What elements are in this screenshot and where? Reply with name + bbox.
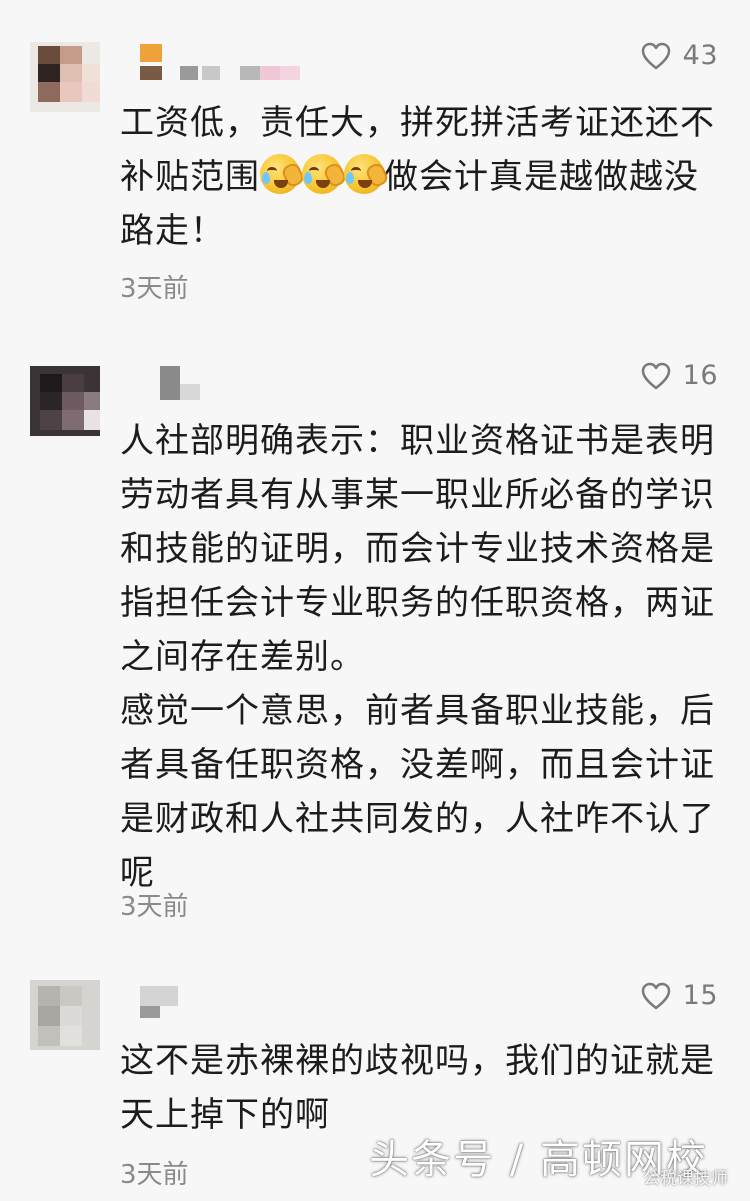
like-count: 16 (682, 360, 718, 391)
crying-face-icon (344, 154, 390, 194)
comment-item: 16 人社部明确表示：职业资格证书是表明劳动者具有从事某一职业所必备的学识和技能… (0, 330, 750, 930)
timestamp: 3天前 (120, 274, 189, 304)
comment-item: 43 工资低，责任大，拼死拼活考证还还不补贴范围 做会计真是越做越没路走！ 3天前 (0, 0, 750, 320)
heart-outline-icon (641, 982, 670, 1009)
timestamp: 3天前 (120, 892, 189, 922)
avatar[interactable] (30, 980, 100, 1050)
username[interactable] (140, 44, 310, 80)
timestamp: 3天前 (120, 1160, 189, 1190)
comment-paragraph: 这不是赤裸裸的歧视吗，我们的证就是天上掉下的啊 (120, 1041, 715, 1135)
watermark-small: 公税课技师 (643, 1169, 728, 1189)
comment-paragraph: 感觉一个意思，前者具备职业技能，后者具备任职资格，没差啊，而且会计证是财政和人社… (120, 691, 715, 893)
comment-text: 这不是赤裸裸的歧视吗，我们的证就是天上掉下的啊 (120, 1034, 720, 1142)
avatar[interactable] (30, 366, 100, 436)
like-count: 43 (682, 40, 718, 71)
crying-face-emojis (260, 154, 390, 194)
comment-paragraph: 人社部明确表示：职业资格证书是表明劳动者具有从事某一职业所必备的学识和技能的证明… (120, 421, 715, 677)
comment-text: 工资低，责任大，拼死拼活考证还还不补贴范围 做会计真是越做越没路走！ (120, 96, 720, 258)
comment-text: 人社部明确表示：职业资格证书是表明劳动者具有从事某一职业所必备的学识和技能的证明… (120, 414, 720, 900)
comment-paragraph: 工资低，责任大，拼死拼活考证还还不补贴范围 做会计真是越做越没路走！ (120, 96, 720, 258)
crying-face-icon (302, 154, 348, 194)
like-count: 15 (682, 980, 718, 1011)
username[interactable] (140, 986, 200, 1022)
username[interactable] (140, 366, 210, 402)
avatar[interactable] (30, 42, 100, 112)
like-button[interactable]: 16 (641, 360, 718, 391)
like-button[interactable]: 15 (641, 980, 718, 1011)
crying-face-icon (260, 154, 306, 194)
heart-outline-icon (641, 362, 670, 389)
like-button[interactable]: 43 (641, 40, 718, 71)
heart-outline-icon (641, 42, 670, 69)
